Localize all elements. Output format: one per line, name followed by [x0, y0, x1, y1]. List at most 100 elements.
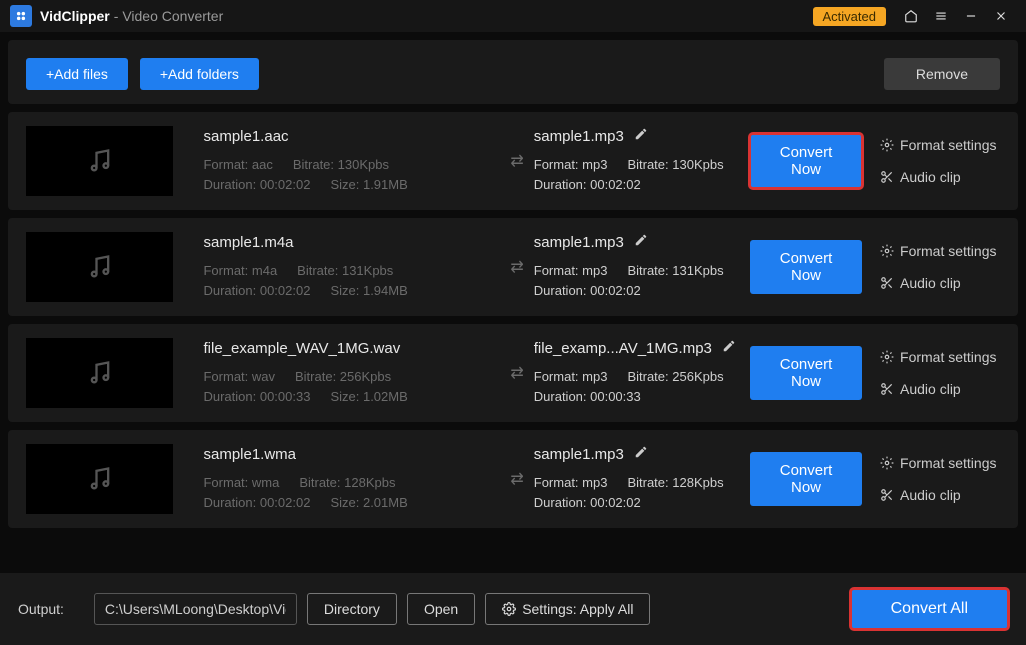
source-filename: file_example_WAV_1MG.wav — [203, 340, 498, 357]
remove-button[interactable]: Remove — [884, 58, 1000, 90]
convert-arrow-icon: ⇄ — [498, 469, 533, 489]
source-bitrate: Bitrate: 128Kpbs — [299, 473, 395, 493]
format-settings-link[interactable]: Format settings — [880, 455, 1000, 471]
convert-now-button[interactable]: Convert Now — [750, 240, 862, 294]
footer: Output: Directory Open Settings: Apply A… — [0, 573, 1026, 645]
destination-info: file_examp...AV_1MG.mp3 Format: mp3 Bitrat… — [534, 339, 750, 407]
scissors-icon — [880, 488, 894, 502]
scissors-icon — [880, 276, 894, 290]
convert-arrow-icon: ⇄ — [498, 151, 533, 171]
logo-icon — [14, 9, 28, 23]
settings-label: Settings: Apply All — [522, 601, 633, 617]
edit-name-button[interactable] — [634, 445, 648, 463]
edit-name-button[interactable] — [722, 339, 736, 357]
item-actions: Format settings Convert Now Audio clip — [750, 452, 1000, 506]
source-size: Size: 2.01MB — [330, 493, 407, 513]
list-item[interactable]: sample1.wmaFormat: wmaBitrate: 128KpbsDu… — [8, 430, 1018, 528]
source-info: sample1.m4aFormat: m4aBitrate: 131KpbsDu… — [203, 234, 498, 301]
music-note-icon — [86, 147, 114, 175]
audio-clip-link[interactable]: Audio clip — [880, 169, 1000, 185]
app-name: VidClipper — [40, 8, 110, 24]
destination-format: Format: mp3 — [534, 367, 608, 387]
minimize-icon[interactable] — [959, 4, 983, 28]
menu-icon[interactable] — [929, 4, 953, 28]
edit-name-button[interactable] — [634, 127, 648, 145]
destination-bitrate: Bitrate: 130Kpbs — [627, 155, 723, 175]
source-format: Format: wma — [203, 473, 279, 493]
destination-filename: sample1.mp3 — [534, 446, 624, 463]
source-duration: Duration: 00:02:02 — [203, 493, 310, 513]
toolbar: +Add files +Add folders Remove — [8, 40, 1018, 104]
format-settings-link[interactable]: Format settings — [880, 243, 1000, 259]
edit-icon[interactable] — [634, 445, 648, 459]
edit-icon[interactable] — [722, 339, 736, 353]
destination-bitrate: Bitrate: 256Kpbs — [627, 367, 723, 387]
destination-filename: sample1.mp3 — [534, 234, 624, 251]
destination-info: sample1.mp3 Format: mp3 Bitrate: 128KpbsDu… — [534, 445, 750, 513]
gear-icon — [880, 456, 894, 470]
destination-duration: Duration: 00:02:02 — [534, 493, 641, 513]
thumbnail — [26, 338, 173, 408]
convert-now-button[interactable]: Convert Now — [750, 134, 862, 188]
music-note-icon — [86, 253, 114, 281]
edit-name-button[interactable] — [634, 233, 648, 251]
source-info: sample1.wma Format: wma Bitrate: 128KpbsDu… — [203, 446, 498, 513]
source-filename: sample1.aac — [203, 128, 498, 145]
music-note-icon — [86, 465, 114, 493]
file-list: sample1.aacFormat: aacBitrate: 130KpbsDu… — [0, 112, 1026, 528]
destination-bitrate: Bitrate: 128Kpbs — [627, 473, 723, 493]
app-subtitle: - Video Converter — [114, 8, 223, 24]
source-info: file_example_WAV_1MG.wavFormat: wavBitra… — [203, 340, 498, 407]
destination-format: Format: mp3 — [534, 155, 608, 175]
gear-icon — [880, 350, 894, 364]
destination-duration: Duration: 00:02:02 — [534, 175, 641, 195]
destination-duration: Duration: 00:02:02 — [534, 281, 641, 301]
scissors-icon — [880, 382, 894, 396]
home-icon[interactable] — [899, 4, 923, 28]
gear-icon — [880, 138, 894, 152]
add-folders-button[interactable]: +Add folders — [140, 58, 259, 90]
list-item[interactable]: file_example_WAV_1MG.wavFormat: wavBitra… — [8, 324, 1018, 422]
add-files-button[interactable]: +Add files — [26, 58, 128, 90]
list-item[interactable]: sample1.m4aFormat: m4aBitrate: 131KpbsDu… — [8, 218, 1018, 316]
destination-format: Format: mp3 — [534, 261, 608, 281]
gear-icon — [502, 602, 516, 616]
source-filename: sample1.wma — [203, 446, 498, 463]
source-duration: Duration: 00:02:02 — [203, 281, 310, 301]
item-actions: Format settings Convert Now Audio clip — [750, 134, 1000, 188]
audio-clip-link[interactable]: Audio clip — [880, 487, 1000, 503]
destination-info: sample1.mp3Format: mp3Bitrate: 131KpbsDu… — [534, 233, 750, 301]
format-settings-link[interactable]: Format settings — [880, 349, 1000, 365]
scissors-icon — [880, 170, 894, 184]
source-duration: Duration: 00:00:33 — [203, 387, 310, 407]
directory-button[interactable]: Directory — [307, 593, 397, 625]
item-actions: Format settings Convert Now Audio clip — [750, 346, 1000, 400]
audio-clip-link[interactable]: Audio clip — [880, 381, 1000, 397]
destination-filename: file_examp...AV_1MG.mp3 — [534, 340, 712, 357]
source-size: Size: 1.91MB — [330, 175, 407, 195]
output-path-input[interactable] — [94, 593, 297, 625]
close-icon[interactable] — [989, 4, 1013, 28]
format-settings-link[interactable]: Format settings — [880, 137, 1000, 153]
edit-icon[interactable] — [634, 127, 648, 141]
open-button[interactable]: Open — [407, 593, 475, 625]
gear-icon — [880, 244, 894, 258]
convert-arrow-icon: ⇄ — [498, 257, 533, 277]
convert-now-button[interactable]: Convert Now — [750, 346, 862, 400]
source-size: Size: 1.02MB — [330, 387, 407, 407]
convert-arrow-icon: ⇄ — [498, 363, 533, 383]
audio-clip-link[interactable]: Audio clip — [880, 275, 1000, 291]
destination-filename: sample1.mp3 — [534, 128, 624, 145]
output-label: Output: — [18, 601, 64, 617]
edit-icon[interactable] — [634, 233, 648, 247]
destination-info: sample1.mp3 Format: mp3 Bitrate: 130KpbsDu… — [534, 127, 750, 195]
source-bitrate: Bitrate: 256Kpbs — [295, 367, 391, 387]
source-bitrate: Bitrate: 131Kpbs — [297, 261, 393, 281]
item-actions: Format settings Convert Now Audio clip — [750, 240, 1000, 294]
convert-all-button[interactable]: Convert All — [851, 589, 1008, 629]
source-info: sample1.aacFormat: aacBitrate: 130KpbsDu… — [203, 128, 498, 195]
list-item[interactable]: sample1.aacFormat: aacBitrate: 130KpbsDu… — [8, 112, 1018, 210]
convert-now-button[interactable]: Convert Now — [750, 452, 862, 506]
destination-format: Format: mp3 — [534, 473, 608, 493]
settings-apply-all-button[interactable]: Settings: Apply All — [485, 593, 650, 625]
